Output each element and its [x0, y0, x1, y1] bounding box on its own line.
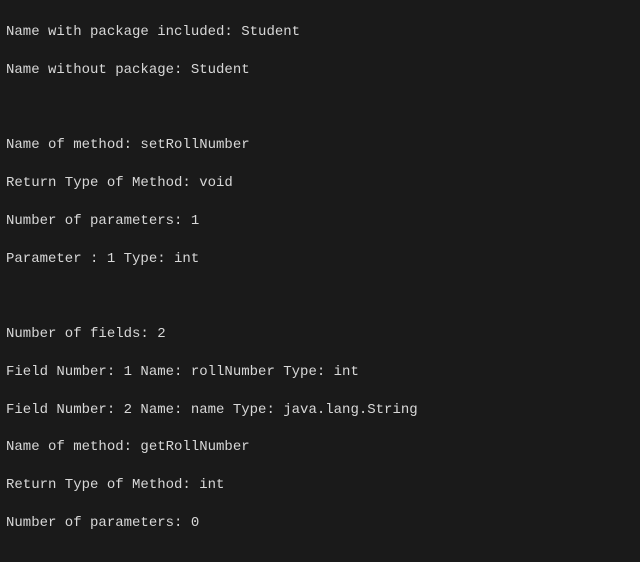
console-line: Parameter : 1 Type: int [6, 250, 634, 269]
console-line: Name with package included: Student [6, 23, 634, 42]
console-line: Name of method: setRollNumber [6, 136, 634, 155]
console-line: Name of method: getRollNumber [6, 438, 634, 457]
console-line: Return Type of Method: void [6, 174, 634, 193]
console-line: Number of parameters: 0 [6, 514, 634, 533]
console-line: Name without package: Student [6, 61, 634, 80]
console-line: Field Number: 1 Name: rollNumber Type: i… [6, 363, 634, 382]
console-blank-line [6, 98, 634, 117]
console-line: Number of fields: 2 [6, 325, 634, 344]
console-line: Field Number: 2 Name: name Type: java.la… [6, 401, 634, 420]
console-blank-line [6, 552, 634, 562]
console-line: Return Type of Method: int [6, 476, 634, 495]
console-blank-line [6, 287, 634, 306]
console-output: Name with package included: Student Name… [0, 0, 640, 562]
console-line: Number of parameters: 1 [6, 212, 634, 231]
